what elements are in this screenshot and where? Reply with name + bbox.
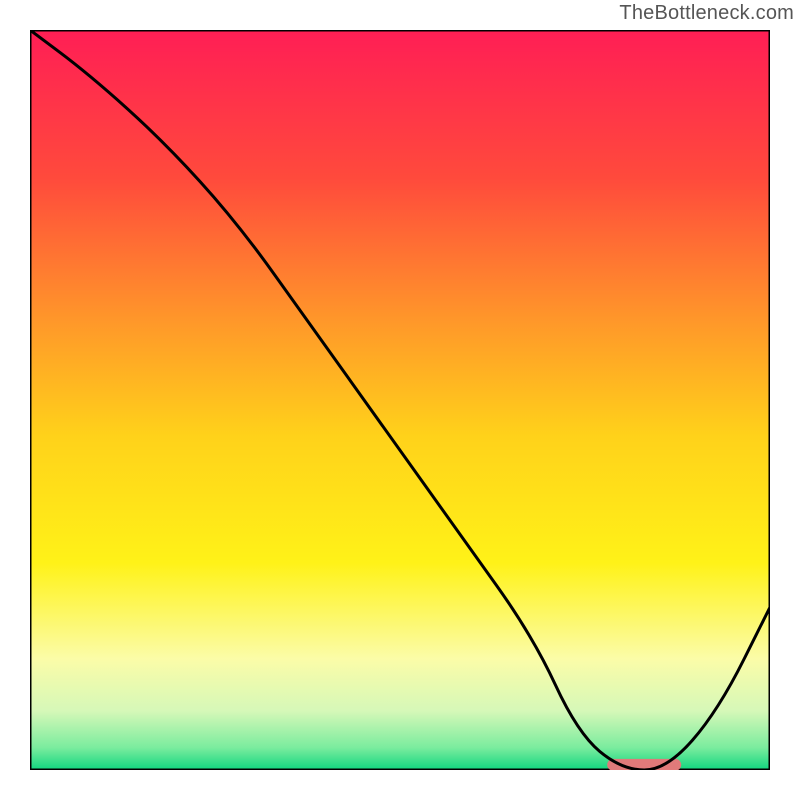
chart-svg [30, 30, 770, 770]
watermark-text: TheBottleneck.com [619, 2, 794, 25]
chart-container: TheBottleneck.com [0, 0, 800, 800]
gradient-background [30, 30, 770, 770]
plot-area [30, 30, 770, 770]
